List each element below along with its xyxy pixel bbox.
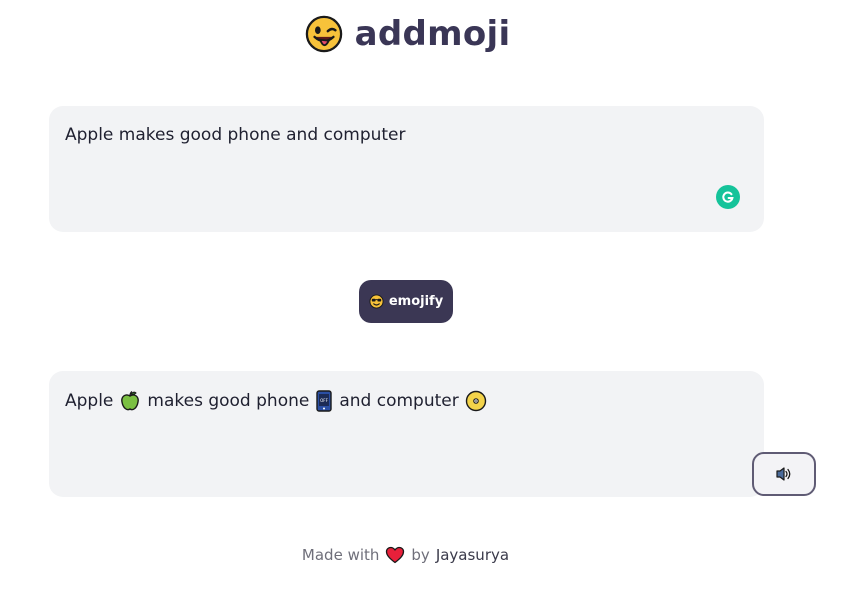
text-input[interactable]: Apple makes good phone and computer: [49, 106, 764, 232]
author-link[interactable]: Jayasurya: [436, 546, 509, 564]
input-text[interactable]: Apple makes good phone and computer: [65, 125, 406, 145]
mobile-phone-off-icon: OFF: [316, 390, 333, 412]
header: addmoji: [0, 14, 815, 54]
output-word: and computer: [339, 391, 459, 411]
smiling-face-with-sunglasses-icon: [369, 294, 384, 309]
speaker-high-volume-icon: [776, 467, 791, 481]
winking-face-with-tongue-icon: [305, 15, 342, 53]
output-word: Apple: [65, 391, 114, 411]
output-word: makes good phone: [147, 391, 310, 411]
footer-prefix: Made with: [301, 546, 380, 564]
output-box: Apple makes good phone OFF and computer: [49, 371, 764, 497]
emojify-label: emojify: [388, 294, 444, 309]
footer-by: by: [411, 546, 430, 564]
app-title: addmoji: [354, 14, 511, 54]
cd-disc-icon: [465, 390, 486, 412]
svg-text:OFF: OFF: [320, 398, 328, 403]
page: addmoji Apple makes good phone and compu…: [0, 0, 845, 596]
footer: Made with by Jayasurya: [0, 546, 811, 564]
green-apple-icon: [121, 390, 140, 411]
speak-button[interactable]: [752, 452, 816, 496]
emojify-button[interactable]: emojify: [359, 280, 453, 323]
red-heart-icon: [386, 546, 405, 564]
grammarly-icon[interactable]: [716, 185, 740, 209]
output-text: Apple makes good phone OFF and computer: [65, 390, 487, 412]
